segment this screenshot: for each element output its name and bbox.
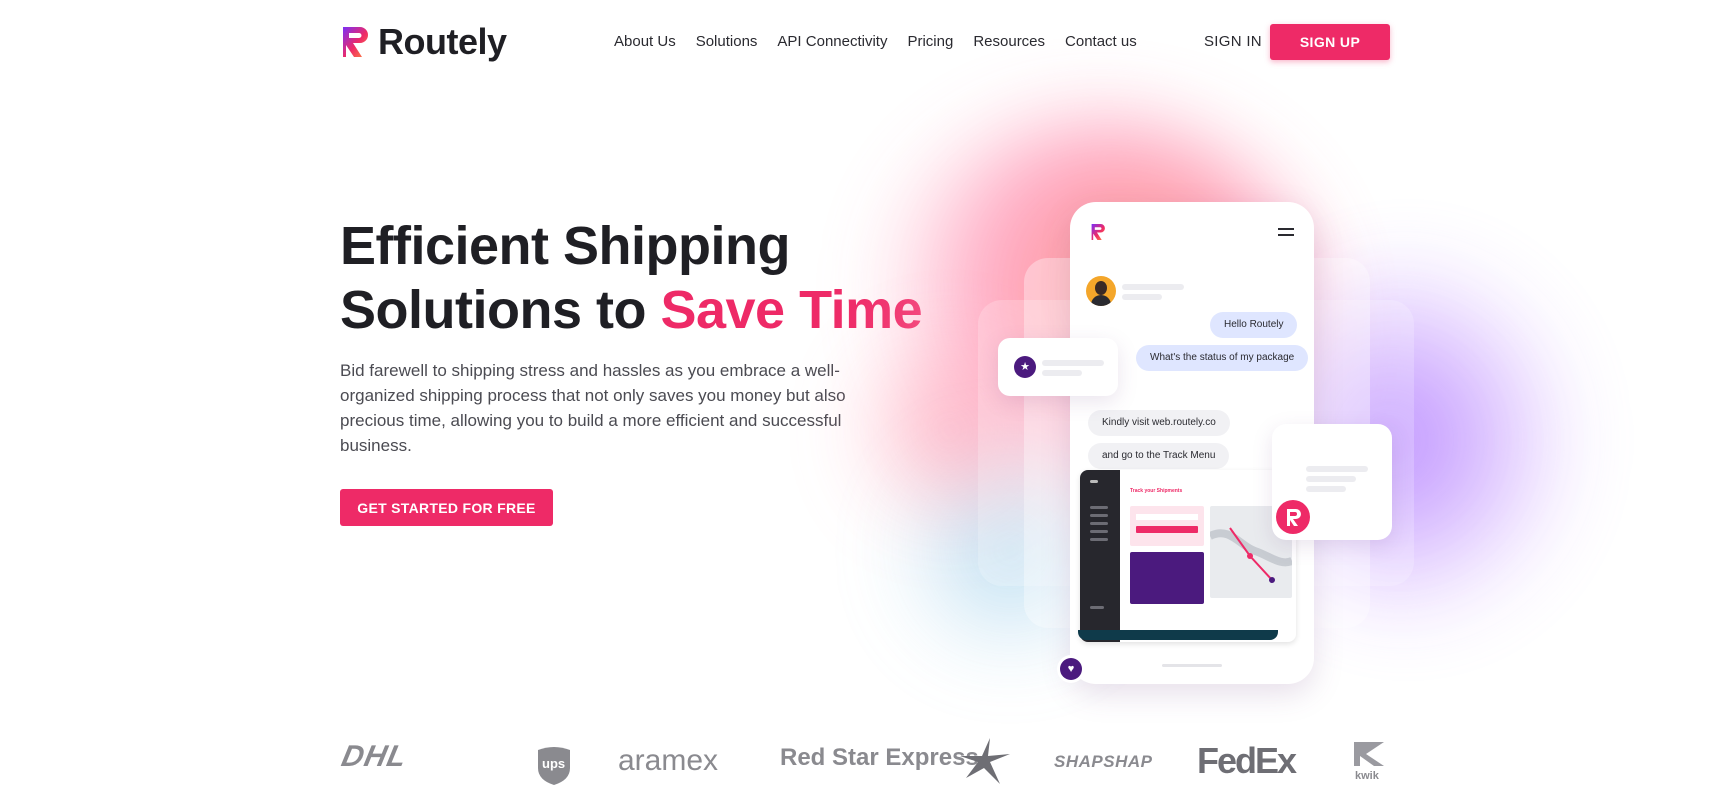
partner-logo-ups: ups <box>542 756 565 771</box>
partner-logo-label: kwik <box>1355 770 1379 782</box>
nav-contact-us[interactable]: Contact us <box>1065 32 1137 52</box>
nav-pricing[interactable]: Pricing <box>907 32 953 52</box>
nav-api-connectivity[interactable]: API Connectivity <box>777 32 887 52</box>
menu-icon[interactable] <box>1278 228 1294 240</box>
nav-about-us[interactable]: About Us <box>614 32 676 52</box>
phone-logo-icon <box>1091 224 1105 240</box>
partner-logo-label: aramex <box>618 744 719 777</box>
nav-resources[interactable]: Resources <box>973 32 1045 52</box>
partner-logo-dhl: DHL <box>338 740 411 774</box>
partner-logo-label: DHL <box>338 740 411 773</box>
partner-logo-red-star-express: Red Star Express <box>780 744 979 772</box>
red-star-icon <box>960 738 1010 784</box>
shipments-table <box>1130 552 1204 604</box>
chat-avatar <box>1086 276 1116 306</box>
dashboard-title: Track your Shipments <box>1130 488 1183 494</box>
partner-logo-label: SHAPSHAP <box>1054 752 1153 771</box>
dashboard-screenshot: Track your Shipments <box>1080 470 1296 642</box>
tracking-form <box>1130 506 1204 546</box>
kwik-mark-icon <box>1354 742 1384 766</box>
chat-placeholder-line <box>1122 284 1184 290</box>
hero-title-line2: Solutions to <box>340 280 661 340</box>
floating-card-review: ★ <box>998 338 1118 396</box>
hero-description: Bid farewell to shipping stress and hass… <box>340 361 846 455</box>
chat-bubble-out: What's the status of my package <box>1136 345 1309 371</box>
star-icon: ★ <box>1014 356 1036 378</box>
chat-bubble-in: Kindly visit web.routely.co <box>1088 410 1230 436</box>
main-nav: About Us Solutions API Connectivity Pric… <box>614 32 1137 52</box>
routely-badge-icon <box>1276 500 1310 534</box>
nav-solutions[interactable]: Solutions <box>696 32 758 52</box>
routely-logo-icon <box>343 27 368 57</box>
dashboard-footer-strip <box>1078 630 1278 640</box>
get-started-button[interactable]: GET STARTED FOR FREE <box>340 489 553 526</box>
chat-bubble-out: Hello Routely <box>1210 312 1298 338</box>
chat-placeholder-line <box>1122 294 1162 300</box>
partner-logo-aramex: aramex <box>618 744 718 778</box>
site-header: Routely About Us Solutions API Connectiv… <box>0 0 1728 84</box>
partner-logo-shapshap: SHAPSHAP <box>1054 752 1152 772</box>
partner-logos: DHL ups aramex Red Star Express SHAPSHAP… <box>338 738 1390 794</box>
partner-logo-label: Red Star Express <box>780 744 979 771</box>
hero-title-line1: Efficient Shipping <box>340 216 790 276</box>
card-placeholder-line <box>1042 360 1104 366</box>
card-placeholder-line <box>1306 466 1368 472</box>
phone-home-indicator <box>1162 664 1222 667</box>
partner-logo-label: FedEx <box>1197 740 1297 781</box>
heart-icon: ♥ <box>1060 658 1082 680</box>
sign-in-link[interactable]: SIGN IN <box>1204 32 1262 52</box>
partner-logo-fedex: FedEx <box>1197 740 1297 782</box>
brand-logo[interactable]: Routely <box>340 22 507 62</box>
brand-name: Routely <box>378 21 507 62</box>
card-placeholder-line <box>1306 486 1346 492</box>
partner-logo-kwik: kwik <box>1355 770 1379 782</box>
chat-bubble-in: and go to the Track Menu <box>1088 443 1230 469</box>
sign-up-button[interactable]: SIGN UP <box>1270 24 1390 60</box>
card-placeholder-line <box>1042 370 1082 376</box>
card-placeholder-line <box>1306 476 1356 482</box>
dashboard-sidebar <box>1080 470 1120 642</box>
partner-logo-label: ups <box>542 756 566 771</box>
